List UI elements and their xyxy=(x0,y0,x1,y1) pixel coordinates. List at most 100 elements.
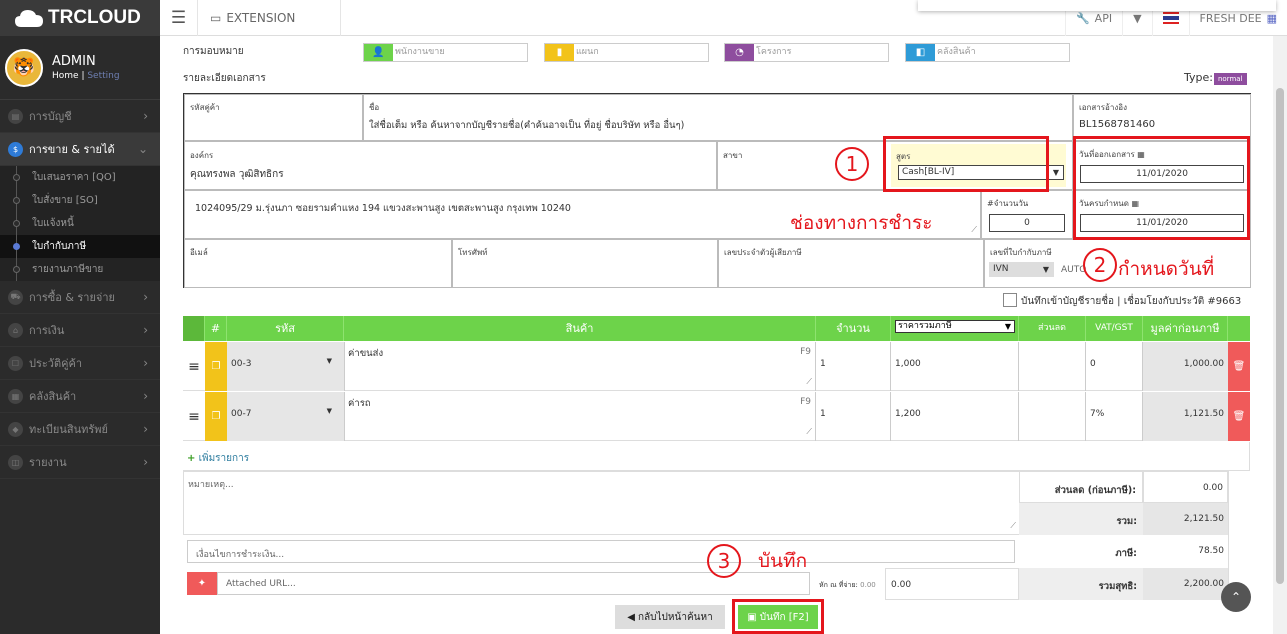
discount-total-value[interactable]: 0.00 xyxy=(1143,471,1228,503)
code-label: รหัสคู่ค้า xyxy=(190,103,220,112)
add-item-link[interactable]: + เพิ่มรายการ xyxy=(187,451,249,466)
dollar-icon: $ xyxy=(8,141,23,157)
price-input[interactable]: 1,200 xyxy=(891,392,1019,441)
menu-reports[interactable]: ◫ รายงาน › xyxy=(0,446,160,479)
hamburger-menu-icon[interactable]: ☰ xyxy=(160,0,198,36)
price-type-select[interactable]: ราคารวมภาษี ▼ xyxy=(895,320,1015,333)
app-logo[interactable]: TRCLOUD xyxy=(0,0,160,36)
days-input[interactable]: 0 xyxy=(989,214,1065,232)
annotation-payment-text: ช่องทางการชำระ xyxy=(790,212,933,234)
chevron-right-icon: › xyxy=(143,422,148,436)
invoice-prefix-select[interactable]: IVN ▼ xyxy=(989,262,1054,277)
home-link[interactable]: Home xyxy=(52,71,79,81)
project-input[interactable]: ◔ โครงการ xyxy=(724,43,889,62)
code-select[interactable]: 00-3 ▼ xyxy=(227,342,344,391)
resize-handle-icon: ⟋ xyxy=(1010,521,1016,530)
tax-value: 78.50 xyxy=(1198,546,1224,556)
plus-icon: + xyxy=(187,453,196,464)
description-input[interactable]: ค่าขนส่ง F9 ⟋ xyxy=(344,342,816,391)
menu-assets[interactable]: ◆ ทะเบียนสินทรัพย์ › xyxy=(0,413,160,446)
menu-label: ทะเบียนสินทรัพย์ xyxy=(29,423,108,436)
withholding-input[interactable]: 0.00 xyxy=(885,568,1019,600)
drag-handle-icon[interactable]: ≡ xyxy=(183,342,205,391)
warehouse-input[interactable]: ◧ คลังสินค้า xyxy=(905,43,1070,62)
trash-icon[interactable]: 🗑 xyxy=(1228,342,1250,391)
trash-icon[interactable]: 🗑 xyxy=(1228,392,1250,441)
thai-flag-icon xyxy=(1162,12,1179,24)
building-icon: ▮ xyxy=(545,44,574,61)
menu-accounting[interactable]: ▤ การบัญชี › xyxy=(0,100,160,133)
pie-chart-icon: ◔ xyxy=(725,44,754,61)
copy-icon[interactable]: ❐ xyxy=(205,392,227,441)
save-contact-checkbox[interactable] xyxy=(1003,293,1017,307)
summary-side xyxy=(1228,471,1250,600)
amount-value: 1,121.50 xyxy=(1143,392,1228,441)
department-input[interactable]: ▮ แผนก xyxy=(544,43,709,62)
vat-input[interactable]: 7% xyxy=(1086,392,1143,441)
chevron-right-icon: › xyxy=(143,290,148,304)
extension-button[interactable]: ▭ EXTENSION xyxy=(198,0,341,36)
menu-warehouse[interactable]: ▦ คลังสินค้า › xyxy=(0,380,160,413)
submenu-sales-order[interactable]: ใบสั่งขาย [SO] xyxy=(0,189,160,212)
drag-handle-icon[interactable]: ≡ xyxy=(183,392,205,441)
submenu-invoice[interactable]: ใบแจ้งหนี้ xyxy=(0,212,160,235)
tax-label: ภาษี: xyxy=(1115,548,1137,559)
qty-input[interactable]: 1 xyxy=(816,342,891,391)
vat-input[interactable]: 0 xyxy=(1086,342,1143,391)
organization-cell[interactable]: องค์กร คุณทรงพล วุฒิสิทธิกร xyxy=(184,141,717,190)
menu-label: การบัญชี xyxy=(29,110,72,123)
sum-value: 2,121.50 xyxy=(1143,503,1228,535)
discount-input[interactable] xyxy=(1019,342,1086,391)
chevron-right-icon: › xyxy=(143,356,148,370)
type-badge: normal xyxy=(1213,73,1247,85)
code-select[interactable]: 00-7 ▼ xyxy=(227,392,344,441)
name-label: ชื่อ xyxy=(369,103,380,112)
submenu-tax-invoice[interactable]: ใบกำกับภาษี xyxy=(0,235,160,258)
monitor-icon: ▭ xyxy=(210,10,222,25)
email-cell[interactable]: อีเมล์ xyxy=(184,239,452,288)
submenu-label: ใบแจ้งหนี้ xyxy=(32,218,74,229)
header-code: รหัส xyxy=(227,316,344,341)
note-textarea[interactable]: หมายเหตุ... ⟋ xyxy=(183,471,1020,535)
wrench-icon: 🔧 xyxy=(1075,11,1090,25)
salesperson-input[interactable]: 👤 พนักงานขาย xyxy=(363,43,528,62)
code-cell[interactable]: รหัสคู่ค้า xyxy=(184,94,363,141)
menu-finance[interactable]: ⌂ การเงิน › xyxy=(0,314,160,347)
chevron-right-icon: › xyxy=(143,109,148,123)
scrollbar-thumb[interactable] xyxy=(1276,88,1284,584)
cube-icon: ◧ xyxy=(906,44,935,61)
header-discount: ส่วนลด xyxy=(1019,316,1086,341)
menu-sales[interactable]: $ การขาย & รายได้ ⌄ xyxy=(0,133,160,166)
qty-input[interactable]: 1 xyxy=(816,392,891,441)
header-product: สินค้า xyxy=(344,316,816,341)
amount-value: 1,000.00 xyxy=(1143,342,1228,391)
tax-id-cell[interactable]: เลขประจำตัวผู้เสียภาษี xyxy=(718,239,984,288)
payment-terms-input[interactable]: เงื่อนไขการชำระเงิน... xyxy=(187,540,1015,563)
menu-contacts[interactable]: ☐ ประวัติคู่ค้า › xyxy=(0,347,160,380)
user-name: ADMIN xyxy=(52,54,96,69)
discount-input[interactable] xyxy=(1019,392,1086,441)
api-label: API xyxy=(1094,11,1113,25)
header-drag xyxy=(183,316,205,341)
phone-cell[interactable]: โทรศัพท์ xyxy=(452,239,718,288)
back-to-search-button[interactable]: ◀ กลับไปหน้าค้นหา xyxy=(615,605,725,629)
submenu-quotation[interactable]: ใบเสนอราคา [QO] xyxy=(0,166,160,189)
description-input[interactable]: ค่ารถ F9 ⟋ xyxy=(344,392,816,441)
project-placeholder: โครงการ xyxy=(754,44,888,61)
submenu-sales-tax-report[interactable]: รายงานภาษีขาย xyxy=(0,258,160,281)
scrollbar[interactable] xyxy=(1273,36,1287,634)
menu-label: การซื้อ & รายจ่าย xyxy=(29,291,115,304)
caret-down-icon: ▼ xyxy=(1004,322,1011,331)
name-cell[interactable]: ชื่อ ใส่ชื่อเต็ม หรือ ค้นหาจากบัญชีรายชื่… xyxy=(363,94,1073,141)
withholding-label: หัก ณ ที่จ่าย: 0.00 xyxy=(819,581,876,589)
setting-link[interactable]: Setting xyxy=(87,71,119,81)
scroll-top-icon[interactable]: ⌃ xyxy=(1221,582,1251,612)
dropbox-icon[interactable]: ✦ xyxy=(187,572,217,595)
report-icon: ◫ xyxy=(8,454,23,470)
copy-icon[interactable]: ❐ xyxy=(205,342,227,391)
avatar[interactable]: 🐯 xyxy=(5,48,43,87)
menu-purchase[interactable]: ⛟ การซื้อ & รายจ่าย › xyxy=(0,281,160,314)
app-name: TRCLOUD xyxy=(48,7,141,28)
department-placeholder: แผนก xyxy=(574,44,708,61)
price-input[interactable]: 1,000 xyxy=(891,342,1019,391)
